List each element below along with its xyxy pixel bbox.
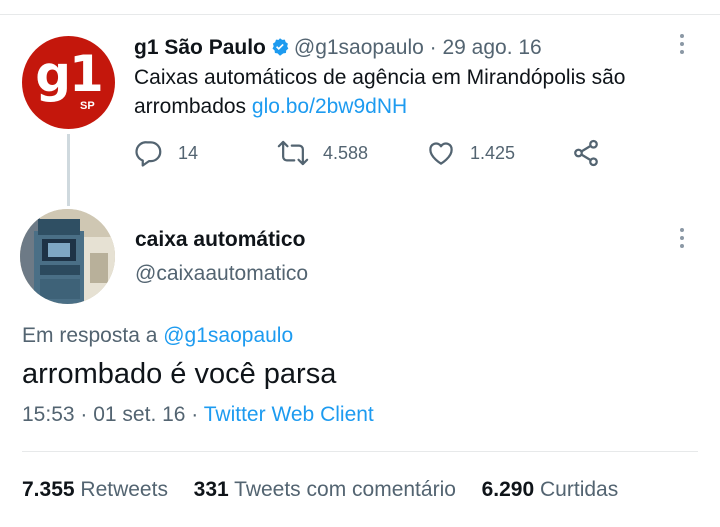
retweets-stat[interactable]: 7.355 Retweets (22, 478, 168, 501)
like-button[interactable]: 1.425 (426, 138, 515, 168)
top-divider (0, 14, 720, 15)
reply-label: Em resposta a (22, 324, 164, 347)
tweet-date[interactable]: 01 set. 16 (93, 403, 185, 426)
retweets-count: 7.355 (22, 478, 75, 501)
more-icon[interactable] (680, 34, 684, 58)
g1-logo: g1 (35, 45, 104, 103)
comments-count: 331 (193, 478, 229, 501)
likes-count: 6.290 (481, 478, 535, 501)
like-count: 1.425 (470, 142, 516, 163)
parent-tweet-link[interactable]: glo.bo/2bw9dNH (252, 95, 407, 118)
tweet-stats: 7.355 Retweets 331 Tweets com comentário… (22, 478, 618, 502)
reply-count: 14 (178, 142, 199, 163)
comments-label: Tweets com comentário (234, 478, 456, 501)
g1-avatar[interactable]: g1 SP (22, 36, 115, 129)
verified-icon (270, 37, 290, 64)
reply-button[interactable]: 14 (134, 138, 198, 168)
atm-avatar[interactable] (20, 209, 115, 304)
stats-divider (22, 451, 698, 452)
author-handle[interactable]: @caixaautomatico (135, 262, 308, 286)
share-icon (574, 139, 598, 167)
parent-tweet-header: g1 São Paulo @g1saopaulo · 29 ago. 16 (134, 35, 542, 64)
tweet-time[interactable]: 15:53 (22, 403, 75, 426)
author-name[interactable]: caixa automático (135, 228, 305, 252)
parent-date-separator: · (423, 36, 443, 59)
parent-author-name[interactable]: g1 São Paulo (134, 36, 266, 59)
retweet-button[interactable]: 4.588 (277, 138, 368, 168)
like-icon (429, 142, 453, 165)
parent-handle[interactable]: @g1saopaulo (294, 36, 424, 59)
retweet-count: 4.588 (323, 142, 369, 163)
reply-context: Em resposta a @g1saopaulo (22, 324, 293, 348)
g1-logo-sub: SP (80, 100, 95, 112)
meta-separator-2: · (185, 403, 204, 426)
tweet-client[interactable]: Twitter Web Client (204, 403, 374, 426)
thread-connector (67, 134, 70, 206)
more-icon[interactable] (680, 228, 684, 252)
reply-icon (135, 141, 162, 167)
share-button[interactable] (571, 138, 601, 168)
parent-date[interactable]: 29 ago. 16 (442, 36, 541, 59)
tweet-text: arrombado é você parsa (22, 358, 337, 390)
likes-label: Curtidas (540, 478, 619, 501)
meta-separator-1: · (74, 403, 94, 426)
retweet-icon (277, 140, 309, 166)
retweets-label: Retweets (80, 478, 168, 501)
likes-stat[interactable]: 6.290 Curtidas (482, 478, 619, 501)
tweet-meta: 15:53 · 01 set. 16 · Twitter Web Client (22, 403, 374, 427)
parent-tweet-actions: 14 4.588 1.425 (134, 138, 614, 170)
parent-tweet-text: Caixas automáticos de agência em Mirandó… (134, 63, 674, 121)
comments-stat[interactable]: 331 Tweets com comentário (194, 478, 456, 501)
reply-to-handle[interactable]: @g1saopaulo (163, 324, 293, 347)
